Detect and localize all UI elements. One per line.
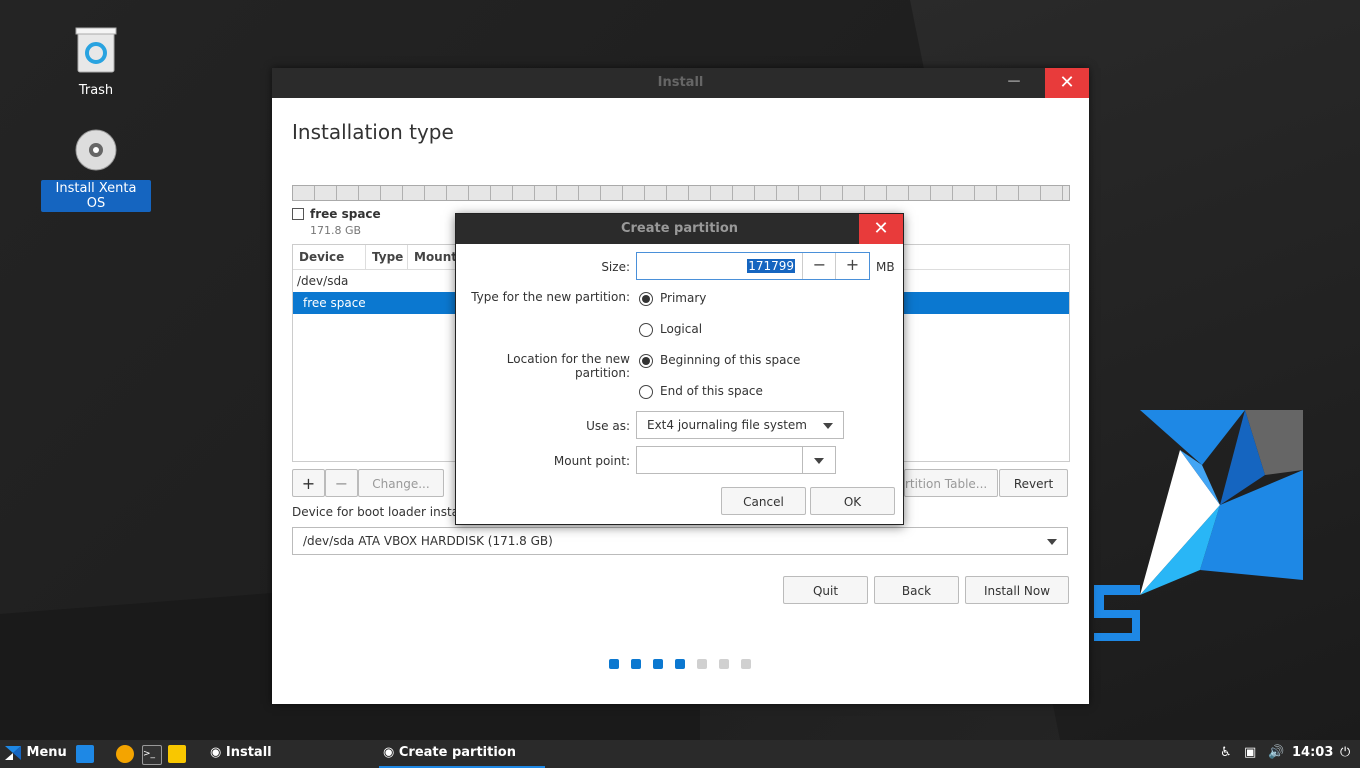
taskbar: Menu >_ ◉ Install ◉ Create partition ♿ ▣… bbox=[0, 740, 1360, 768]
mount-point-input[interactable] bbox=[636, 446, 836, 474]
progress-dot bbox=[631, 659, 641, 669]
size-input[interactable]: 171799 − + bbox=[636, 252, 870, 280]
page-title: Installation type bbox=[292, 120, 454, 144]
quit-button[interactable]: Quit bbox=[783, 576, 868, 604]
decrement-button[interactable]: − bbox=[802, 253, 836, 279]
desktop-icon-trash[interactable]: Trash bbox=[41, 26, 151, 99]
back-button[interactable]: Back bbox=[874, 576, 959, 604]
progress-dot bbox=[653, 659, 663, 669]
progress-dots bbox=[609, 659, 751, 669]
boot-loader-label: Device for boot loader installa bbox=[292, 505, 474, 519]
use-as-value: Ext4 journaling file system bbox=[647, 418, 807, 432]
accessibility-icon[interactable]: ♿ bbox=[1220, 740, 1232, 768]
size-value: 171799 bbox=[747, 259, 795, 273]
task-label: Create partition bbox=[398, 745, 516, 760]
progress-dot bbox=[675, 659, 685, 669]
radio-label: Beginning of this space bbox=[660, 353, 801, 367]
desktop-icon-install[interactable]: Install Xenta OS bbox=[41, 128, 151, 212]
xenta-logo bbox=[1094, 410, 1303, 641]
close-icon[interactable]: ✕ bbox=[859, 214, 903, 244]
new-partition-table-button[interactable]: rtition Table... bbox=[904, 469, 998, 497]
task-label: Install bbox=[225, 745, 272, 760]
chevron-down-icon bbox=[814, 458, 824, 464]
minimize-icon[interactable]: — bbox=[999, 68, 1029, 98]
chevron-down-icon bbox=[823, 423, 833, 429]
dialog-title: Create partition bbox=[620, 221, 739, 236]
ok-button[interactable]: OK bbox=[810, 487, 895, 515]
radio-beginning[interactable] bbox=[639, 354, 653, 368]
location-label: Location for the new partition: bbox=[506, 352, 630, 380]
boot-loader-select[interactable]: /dev/sda ATA VBOX HARDDISK (171.8 GB) bbox=[292, 527, 1068, 555]
disc-icon bbox=[75, 129, 117, 171]
size-label: Size: bbox=[601, 260, 630, 274]
partition-bar bbox=[292, 185, 1070, 201]
increment-button[interactable]: + bbox=[835, 253, 869, 279]
trash-icon bbox=[75, 27, 117, 73]
radio-label: End of this space bbox=[660, 384, 763, 398]
close-icon[interactable]: ✕ bbox=[1045, 68, 1089, 98]
size-unit: MB bbox=[876, 260, 895, 274]
menu-button[interactable]: Menu bbox=[4, 740, 67, 768]
column-header-type[interactable]: Type bbox=[366, 245, 408, 269]
files-launcher-icon[interactable] bbox=[168, 745, 186, 763]
progress-dot bbox=[719, 659, 729, 669]
network-icon[interactable]: ▣ bbox=[1244, 740, 1256, 768]
volume-icon[interactable]: 🔊 bbox=[1268, 740, 1284, 768]
add-partition-button[interactable]: + bbox=[292, 469, 325, 497]
radio-logical[interactable] bbox=[639, 323, 653, 337]
install-now-button[interactable]: Install Now bbox=[965, 576, 1069, 604]
power-icon[interactable]: ⏻ bbox=[1340, 740, 1350, 768]
clock[interactable]: 14:03 bbox=[1292, 740, 1333, 768]
legend-name: free space bbox=[310, 207, 381, 221]
remove-partition-button[interactable]: − bbox=[325, 469, 358, 497]
radio-label: Primary bbox=[660, 291, 707, 305]
column-header-device[interactable]: Device bbox=[293, 245, 366, 269]
dialog-titlebar[interactable]: Create partition ✕ bbox=[456, 214, 903, 244]
progress-dot bbox=[697, 659, 707, 669]
progress-dot bbox=[609, 659, 619, 669]
task-install[interactable]: ◉ Install bbox=[210, 740, 272, 768]
cancel-button[interactable]: Cancel bbox=[721, 487, 806, 515]
task-create-partition[interactable]: ◉ Create partition bbox=[379, 740, 545, 768]
mount-point-dropdown[interactable] bbox=[802, 447, 835, 473]
chevron-down-icon bbox=[1047, 539, 1057, 545]
desktop-icon-label: Install Xenta OS bbox=[41, 180, 151, 212]
xenta-menu-icon bbox=[5, 745, 21, 760]
browser-launcher-icon[interactable] bbox=[116, 745, 134, 763]
radio-end[interactable] bbox=[639, 385, 653, 399]
desktop-launcher-icon[interactable] bbox=[76, 745, 94, 763]
create-partition-dialog: Create partition ✕ Size: 171799 − + MB T… bbox=[455, 213, 904, 525]
disc-icon: ◉ bbox=[383, 745, 395, 760]
menu-label: Menu bbox=[26, 745, 67, 760]
disc-icon: ◉ bbox=[210, 745, 222, 760]
use-as-select[interactable]: Ext4 journaling file system bbox=[636, 411, 844, 439]
type-label: Type for the new partition: bbox=[471, 290, 630, 304]
change-partition-button[interactable]: Change... bbox=[358, 469, 444, 497]
mount-point-label: Mount point: bbox=[553, 454, 630, 468]
radio-label: Logical bbox=[660, 322, 703, 336]
window-title: Install bbox=[657, 75, 704, 90]
install-titlebar[interactable]: Install — ✕ bbox=[272, 68, 1089, 98]
terminal-launcher-icon[interactable]: >_ bbox=[142, 745, 162, 765]
desktop-icon-label: Trash bbox=[78, 83, 114, 98]
boot-loader-value: /dev/sda ATA VBOX HARDDISK (171.8 GB) bbox=[303, 534, 553, 548]
progress-dot bbox=[741, 659, 751, 669]
legend-size: 171.8 GB bbox=[310, 224, 362, 237]
radio-primary[interactable] bbox=[639, 292, 653, 306]
use-as-label: Use as: bbox=[586, 419, 630, 433]
revert-button[interactable]: Revert bbox=[999, 469, 1068, 497]
legend-swatch bbox=[292, 208, 304, 220]
